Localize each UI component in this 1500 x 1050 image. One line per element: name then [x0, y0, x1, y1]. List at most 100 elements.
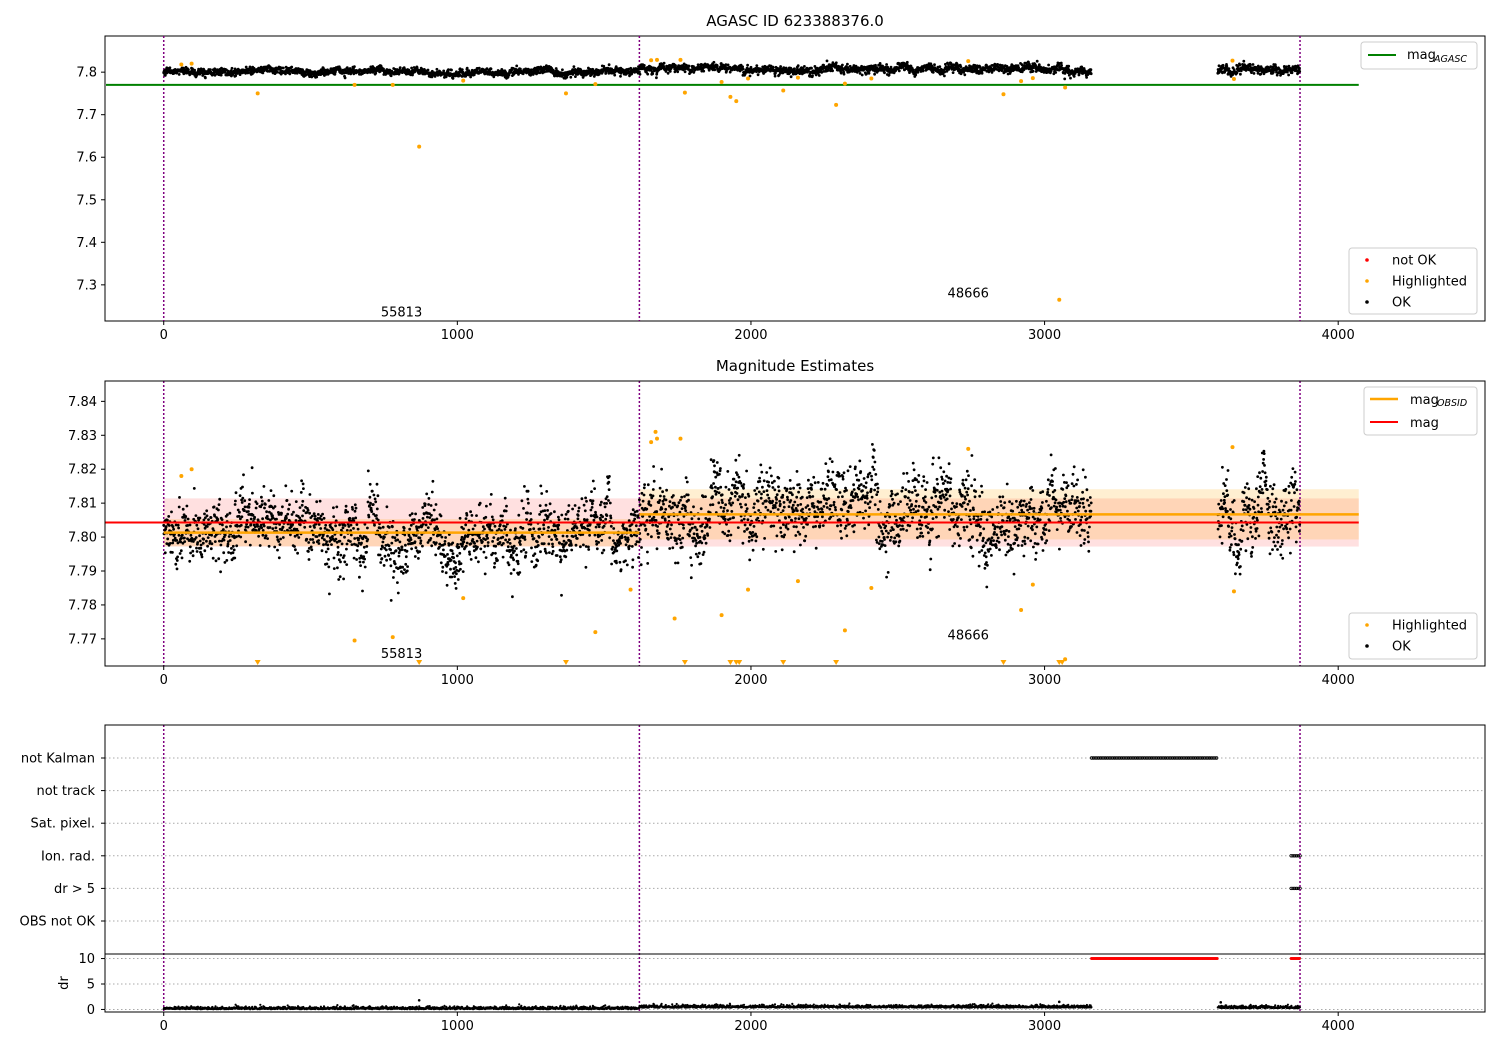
panel2-ok-point — [178, 496, 181, 499]
panel2-ok-point — [532, 537, 536, 540]
panel2-ok-point — [434, 553, 438, 557]
panel2-ok-point — [612, 539, 615, 542]
panel2-ok-point — [467, 528, 471, 532]
panel2-ok-point — [526, 489, 530, 493]
panel2-ok-point — [529, 518, 533, 521]
panel2-ok-point — [392, 570, 396, 573]
panel1-ok-point — [1238, 63, 1242, 67]
panel2-ok-point — [483, 572, 487, 576]
panel2-ok-point — [603, 505, 607, 509]
panel2-ok-point — [454, 587, 458, 590]
panel2-ok-point — [389, 599, 393, 602]
panel2-ok-point — [428, 516, 432, 519]
panel1-ok-point — [343, 76, 347, 80]
panel2-ok-point — [343, 535, 346, 539]
panel2-ok-point — [228, 511, 232, 515]
panel2-ok-point — [344, 504, 348, 508]
panel2-ok-point — [336, 551, 340, 554]
panel2-ok-point — [180, 556, 184, 560]
panel2-ok-point — [311, 514, 314, 518]
panel2-ok-point — [583, 526, 587, 530]
panel2-ok-point — [363, 557, 366, 561]
panel2-ok-point — [642, 493, 646, 497]
panel2-ok-point — [523, 485, 526, 488]
panel2-ok-point — [585, 499, 588, 503]
panel2-ok-point — [345, 563, 349, 566]
panel2-ok-point — [589, 508, 593, 512]
panel2-ok-point — [590, 506, 594, 509]
panel1-ok-point — [931, 70, 935, 74]
panel2-ok-point — [464, 544, 468, 548]
panel2-ok-point — [512, 544, 516, 548]
panel2-ok-point — [260, 499, 264, 503]
panel2-ok-point — [389, 564, 393, 568]
panel2-ok-point — [166, 518, 169, 522]
panel2-ok-point — [323, 538, 326, 542]
panel2-ok-point — [630, 534, 634, 538]
panel2-ok-point — [189, 551, 193, 555]
panel2-ok-point — [327, 565, 331, 569]
panel2-ok-point — [509, 572, 513, 575]
panel2-ok-point — [294, 519, 298, 522]
panel1-ok-point — [668, 70, 672, 73]
panel2-ok-point — [381, 540, 385, 544]
panel2-ok-point — [468, 552, 472, 556]
panel2-ok-point — [665, 488, 668, 492]
panel2-ok-point — [668, 527, 672, 531]
panel2-ok-point — [170, 510, 173, 514]
panel1-ok-point — [177, 73, 181, 76]
panel2-ok-point — [484, 515, 488, 519]
panel2-ok-point — [489, 502, 492, 506]
panel2-ok-point — [599, 503, 602, 507]
panel2-ok-point — [524, 554, 527, 558]
panel2-ok-point — [396, 538, 400, 542]
panel1-ok-point — [515, 64, 519, 68]
panel2-ok-point — [454, 566, 458, 569]
panel2-ok-point — [434, 541, 438, 545]
panel2-ok-point — [654, 519, 658, 522]
panel2-ok-point — [356, 527, 360, 531]
panel2-ok-point — [506, 540, 510, 544]
panel1-ok-point — [980, 71, 984, 75]
panel2-ok-point — [238, 510, 241, 514]
legend-not-ok-label: not OK — [1392, 254, 1437, 269]
panel2-ok-point — [351, 507, 354, 511]
panel2-ok-point — [609, 516, 613, 520]
panel1-ytick-label: 7.3 — [76, 278, 97, 293]
panel2-ok-point — [522, 548, 526, 552]
panel2-ok-point — [248, 543, 252, 547]
panel2-ok-point — [343, 524, 347, 527]
panel2-ok-point — [326, 543, 330, 547]
panel2-ok-point — [518, 571, 522, 574]
panel2-ok-point — [485, 504, 488, 508]
panel2-ok-point — [543, 509, 547, 512]
panel2-ok-point — [387, 544, 391, 548]
panel1-ok-point — [712, 60, 716, 64]
panel2-ok-point — [542, 523, 545, 527]
panel2-ok-point — [661, 490, 664, 494]
panel2-ok-point — [477, 560, 480, 564]
panel2-ok-point — [262, 524, 266, 528]
panel2-ok-point — [237, 514, 241, 518]
panel2-ok-point — [171, 525, 175, 529]
panel2-ok-point — [276, 548, 279, 552]
panel2-ok-point — [446, 563, 450, 566]
panel2-ok-point — [651, 494, 655, 498]
panel1-highlighted-point — [746, 76, 751, 81]
panel1-ok-point — [638, 72, 642, 76]
panel2-ok-point — [549, 512, 553, 515]
panel2-ok-point — [338, 575, 342, 579]
panel2-ok-point — [400, 548, 404, 551]
panel2-ok-point — [443, 542, 447, 546]
panel1-ok-point — [281, 66, 285, 70]
panel1-highlighted-point — [781, 88, 786, 93]
panel2-ok-point — [175, 539, 179, 542]
panel2-ok-point — [532, 527, 536, 531]
panel2-ok-point — [383, 535, 386, 539]
panel2-ok-point — [503, 496, 507, 500]
panel1-highlighted-point — [649, 58, 654, 63]
panel1-ok-point — [662, 61, 666, 65]
panel2-ok-point — [162, 523, 166, 527]
panel2-ok-point — [373, 523, 376, 527]
panel2-ok-point — [324, 523, 328, 527]
